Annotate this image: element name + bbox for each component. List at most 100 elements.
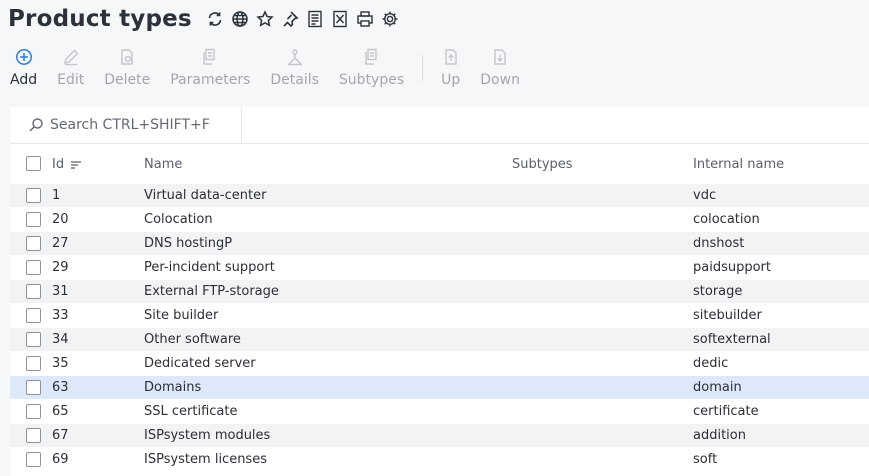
delete-button[interactable]: Delete bbox=[104, 46, 150, 88]
cell-internal-name: colocation bbox=[693, 212, 760, 227]
details-button-label: Details bbox=[270, 72, 319, 88]
cell-id: 33 bbox=[52, 308, 69, 323]
delete-button-label: Delete bbox=[104, 72, 151, 88]
row-checkbox[interactable] bbox=[26, 332, 41, 347]
cell-id: 1 bbox=[52, 188, 61, 203]
cell-internal-name: storage bbox=[693, 284, 743, 299]
globe-icon[interactable] bbox=[231, 10, 249, 28]
row-checkbox[interactable] bbox=[26, 428, 41, 443]
row-checkbox[interactable] bbox=[26, 236, 41, 251]
table-row[interactable]: 35 Dedicated server dedic bbox=[10, 352, 869, 376]
table-row[interactable]: 1 Virtual data-center vdc bbox=[10, 184, 869, 208]
cell-name: Domains bbox=[144, 380, 202, 395]
cell-internal-name: sitebuilder bbox=[693, 308, 762, 323]
up-button[interactable]: Up bbox=[441, 46, 460, 88]
cell-name: Dedicated server bbox=[144, 356, 256, 371]
settings-icon[interactable] bbox=[381, 10, 399, 28]
row-checkbox[interactable] bbox=[26, 260, 41, 275]
cell-name: Other software bbox=[144, 332, 241, 347]
cell-name: Virtual data-center bbox=[144, 188, 267, 203]
cell-internal-name: addition bbox=[693, 428, 746, 443]
title-bar: Product types bbox=[8, 2, 399, 36]
cell-id: 67 bbox=[52, 428, 69, 443]
select-all-checkbox[interactable] bbox=[26, 156, 41, 171]
row-checkbox[interactable] bbox=[26, 452, 41, 467]
cell-internal-name: paidsupport bbox=[693, 260, 771, 275]
down-button[interactable]: Down bbox=[480, 46, 520, 88]
cell-name: Per-incident support bbox=[144, 260, 275, 275]
row-checkbox[interactable] bbox=[26, 212, 41, 227]
table-header: Id Name Subtypes Internal name bbox=[10, 144, 869, 184]
cell-id: 65 bbox=[52, 404, 69, 419]
cell-name: External FTP-storage bbox=[144, 284, 279, 299]
cell-name: ISPsystem licenses bbox=[144, 452, 267, 467]
subtypes-button[interactable]: Subtypes bbox=[339, 46, 404, 88]
cell-id: 69 bbox=[52, 452, 69, 467]
toolbar-divider bbox=[422, 55, 424, 81]
column-header-name[interactable]: Name bbox=[144, 157, 182, 172]
toolbar: Add Edit Delete Parameters Details Subty… bbox=[10, 46, 540, 90]
edit-button-label: Edit bbox=[57, 72, 85, 88]
search-box[interactable]: Search CTRL+SHIFT+F bbox=[10, 107, 242, 143]
row-checkbox[interactable] bbox=[26, 380, 41, 395]
cell-id: 34 bbox=[52, 332, 69, 347]
table-row[interactable]: 20 Colocation colocation bbox=[10, 208, 869, 232]
cell-name: DNS hostingP bbox=[144, 236, 233, 251]
plus-circle-icon bbox=[15, 49, 32, 65]
edit-button[interactable]: Edit bbox=[57, 46, 84, 88]
column-header-id[interactable]: Id bbox=[52, 157, 82, 172]
cell-internal-name: soft bbox=[693, 452, 718, 467]
table-row[interactable]: 65 SSL certificate certificate bbox=[10, 400, 869, 424]
column-header-subtypes[interactable]: Subtypes bbox=[512, 157, 573, 172]
row-checkbox[interactable] bbox=[26, 308, 41, 323]
add-button[interactable]: Add bbox=[10, 46, 37, 88]
cell-name: Colocation bbox=[144, 212, 213, 227]
cell-internal-name: dedic bbox=[693, 356, 729, 371]
table-row[interactable]: 27 DNS hostingP dnshost bbox=[10, 232, 869, 256]
subtypes-button-label: Subtypes bbox=[338, 72, 405, 88]
table-row[interactable]: 34 Other software softexternal bbox=[10, 328, 869, 352]
up-button-label: Up bbox=[441, 72, 461, 88]
down-icon bbox=[494, 49, 506, 65]
cell-id: 35 bbox=[52, 356, 69, 371]
table-body: 1 Virtual data-center vdc 20 Colocation coloc… bbox=[10, 184, 869, 472]
cell-id: 31 bbox=[52, 284, 69, 299]
page-title: Product types bbox=[8, 6, 192, 32]
add-button-label: Add bbox=[10, 72, 38, 88]
sort-icon bbox=[71, 160, 82, 169]
table-row[interactable]: 31 External FTP-storage storage bbox=[10, 280, 869, 304]
cell-internal-name: certificate bbox=[693, 404, 759, 419]
parameters-button-label: Parameters bbox=[170, 72, 251, 88]
up-icon bbox=[445, 49, 457, 65]
pin-icon[interactable] bbox=[281, 10, 299, 28]
refresh-icon[interactable] bbox=[206, 10, 224, 28]
cell-internal-name: domain bbox=[693, 380, 742, 395]
excel-export-icon[interactable] bbox=[331, 10, 349, 28]
pdf-export-icon[interactable] bbox=[306, 10, 324, 28]
details-button[interactable]: Details bbox=[270, 46, 319, 88]
search-input[interactable]: Search CTRL+SHIFT+F bbox=[50, 117, 210, 133]
title-icons bbox=[206, 10, 399, 28]
subtypes-icon bbox=[364, 48, 377, 65]
column-header-internal-name[interactable]: Internal name bbox=[693, 157, 784, 172]
cell-id: 29 bbox=[52, 260, 69, 275]
list-panel: Search CTRL+SHIFT+F Id Name Subtypes Int… bbox=[10, 107, 869, 476]
table-row[interactable]: 33 Site builder sitebuilder bbox=[10, 304, 869, 328]
cell-internal-name: vdc bbox=[693, 188, 717, 203]
cell-id: 20 bbox=[52, 212, 69, 227]
parameters-button[interactable]: Parameters bbox=[170, 46, 250, 88]
row-checkbox[interactable] bbox=[26, 404, 41, 419]
row-checkbox[interactable] bbox=[26, 356, 41, 371]
star-icon[interactable] bbox=[256, 10, 274, 28]
table-row[interactable]: 63 Domains domain bbox=[10, 376, 869, 400]
row-checkbox[interactable] bbox=[26, 188, 41, 203]
search-icon bbox=[29, 118, 43, 132]
table-row[interactable]: 29 Per-incident support paidsupport bbox=[10, 256, 869, 280]
cell-id: 63 bbox=[52, 380, 69, 395]
print-icon[interactable] bbox=[356, 10, 374, 28]
table-row[interactable]: 69 ISPsystem licenses soft bbox=[10, 448, 869, 472]
table-row[interactable]: 67 ISPsystem modules addition bbox=[10, 424, 869, 448]
cell-id: 27 bbox=[52, 236, 69, 251]
row-checkbox[interactable] bbox=[26, 284, 41, 299]
cell-internal-name: dnshost bbox=[693, 236, 745, 251]
